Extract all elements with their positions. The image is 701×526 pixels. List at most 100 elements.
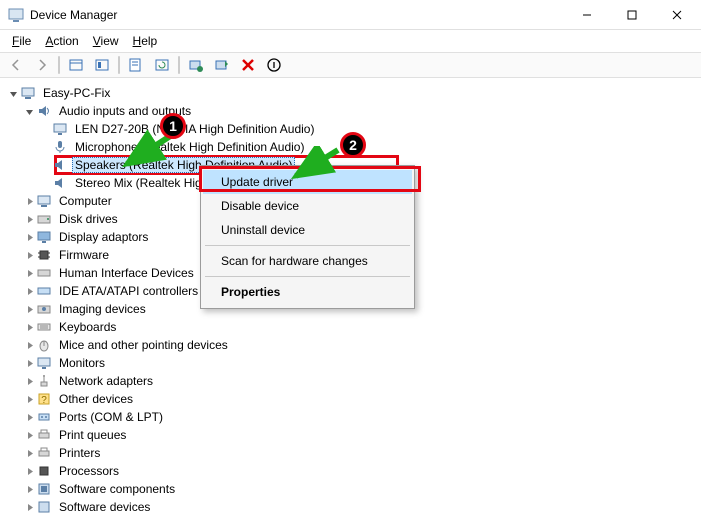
expander-closed-icon[interactable] <box>22 302 36 316</box>
tree-category-label: Firmware <box>56 247 112 263</box>
svg-text:?: ? <box>41 395 47 406</box>
back-button[interactable] <box>4 54 28 76</box>
tree-category-audio[interactable]: Audio inputs and outputs <box>4 102 697 120</box>
toolbar-separator <box>58 56 60 74</box>
minimize-button[interactable] <box>564 0 609 30</box>
tree-root-label: Easy-PC-Fix <box>40 85 113 101</box>
tree-category-label: Mice and other pointing devices <box>56 337 231 353</box>
expander-closed-icon[interactable] <box>22 320 36 334</box>
tree-category-label: Other devices <box>56 391 136 407</box>
expander-closed-icon[interactable] <box>22 392 36 406</box>
expander-open-icon[interactable] <box>6 86 20 100</box>
tree-root[interactable]: Easy-PC-Fix <box>4 84 697 102</box>
app-icon <box>8 7 24 23</box>
ctx-properties[interactable]: Properties <box>203 280 412 304</box>
tree-category-ports[interactable]: Ports (COM & LPT) <box>4 408 697 426</box>
tree-category-printq[interactable]: Print queues <box>4 426 697 444</box>
ctx-disable-device[interactable]: Disable device <box>203 194 412 218</box>
camera-icon <box>36 301 52 317</box>
expander-open-icon[interactable] <box>22 104 36 118</box>
title-bar: Device Manager <box>0 0 701 30</box>
monitor-icon <box>36 355 52 371</box>
hid-icon <box>36 265 52 281</box>
expander-closed-icon[interactable] <box>22 194 36 208</box>
expander-closed-icon[interactable] <box>22 266 36 280</box>
expander-closed-icon[interactable] <box>22 428 36 442</box>
toolbar <box>0 52 701 78</box>
toolbar-separator <box>178 56 180 74</box>
tree-item-label: LEN D27-20B (NVIDIA High Definition Audi… <box>72 121 317 137</box>
ctx-separator <box>205 245 410 246</box>
scan-hardware-button[interactable] <box>210 54 234 76</box>
computer-icon <box>36 193 52 209</box>
menu-view[interactable]: View <box>87 32 125 50</box>
speaker-icon <box>36 103 52 119</box>
tree-item-microphone[interactable]: Microphone (Realtek High Definition Audi… <box>4 138 697 156</box>
tree-category-label: Software devices <box>56 499 153 515</box>
expander-closed-icon[interactable] <box>22 356 36 370</box>
maximize-button[interactable] <box>609 0 654 30</box>
tree-category-label: Audio inputs and outputs <box>56 103 194 119</box>
speaker-icon <box>52 175 68 191</box>
tree-item-label: Microphone (Realtek High Definition Audi… <box>72 139 307 155</box>
help-topics-button[interactable] <box>90 54 114 76</box>
tree-category-label: Disk drives <box>56 211 121 227</box>
expander-closed-icon[interactable] <box>22 284 36 298</box>
tree-category-label: Printers <box>56 445 103 461</box>
chip-icon <box>36 463 52 479</box>
expander-closed-icon[interactable] <box>22 230 36 244</box>
printer-icon <box>36 427 52 443</box>
tree-category-label: Software components <box>56 481 178 497</box>
ctx-separator <box>205 276 410 277</box>
uninstall-device-button[interactable] <box>236 54 260 76</box>
expander-closed-icon[interactable] <box>22 446 36 460</box>
menu-bar: File Action View Help <box>0 30 701 52</box>
expander-closed-icon[interactable] <box>22 482 36 496</box>
toolbar-separator <box>118 56 120 74</box>
tree-category-keyboards[interactable]: Keyboards <box>4 318 697 336</box>
expander-closed-icon[interactable] <box>22 248 36 262</box>
tree-category-label: Processors <box>56 463 122 479</box>
tree-category-swdev[interactable]: Software devices <box>4 498 697 516</box>
menu-help[interactable]: Help <box>127 32 164 50</box>
microphone-icon <box>52 139 68 155</box>
tree-category-mice[interactable]: Mice and other pointing devices <box>4 336 697 354</box>
tree-category-label: Human Interface Devices <box>56 265 197 281</box>
refresh-button[interactable] <box>150 54 174 76</box>
tree-category-network[interactable]: Network adapters <box>4 372 697 390</box>
monitor-icon <box>52 121 68 137</box>
tree-category-label: Ports (COM & LPT) <box>56 409 166 425</box>
ctx-scan-hardware[interactable]: Scan for hardware changes <box>203 249 412 273</box>
ctx-update-driver[interactable]: Update driver <box>203 170 412 194</box>
tree-category-other[interactable]: ? Other devices <box>4 390 697 408</box>
expander-closed-icon[interactable] <box>22 500 36 514</box>
tree-category-label: Network adapters <box>56 373 156 389</box>
computer-icon <box>20 85 36 101</box>
disable-device-button[interactable] <box>262 54 286 76</box>
tree-category-label: Print queues <box>56 427 129 443</box>
expander-closed-icon[interactable] <box>22 374 36 388</box>
properties-button[interactable] <box>124 54 148 76</box>
expander-closed-icon[interactable] <box>22 212 36 226</box>
expander-closed-icon[interactable] <box>22 338 36 352</box>
tree-category-label: Computer <box>56 193 115 209</box>
tree-category-swcomp[interactable]: Software components <box>4 480 697 498</box>
ctx-uninstall-device[interactable]: Uninstall device <box>203 218 412 242</box>
tree-category-monitors[interactable]: Monitors <box>4 354 697 372</box>
mouse-icon <box>36 337 52 353</box>
expander-closed-icon[interactable] <box>22 410 36 424</box>
tree-category-printers[interactable]: Printers <box>4 444 697 462</box>
tree-category-processors[interactable]: Processors <box>4 462 697 480</box>
tree-category-label: Keyboards <box>56 319 119 335</box>
menu-action[interactable]: Action <box>39 32 84 50</box>
tree-category-label: Imaging devices <box>56 301 149 317</box>
window-title: Device Manager <box>30 8 564 22</box>
update-driver-button[interactable] <box>184 54 208 76</box>
expander-closed-icon[interactable] <box>22 464 36 478</box>
tree-item-lenovo[interactable]: LEN D27-20B (NVIDIA High Definition Audi… <box>4 120 697 138</box>
show-hide-console-button[interactable] <box>64 54 88 76</box>
forward-button[interactable] <box>30 54 54 76</box>
printer-icon <box>36 445 52 461</box>
menu-file[interactable]: File <box>6 32 37 50</box>
close-button[interactable] <box>654 0 699 30</box>
